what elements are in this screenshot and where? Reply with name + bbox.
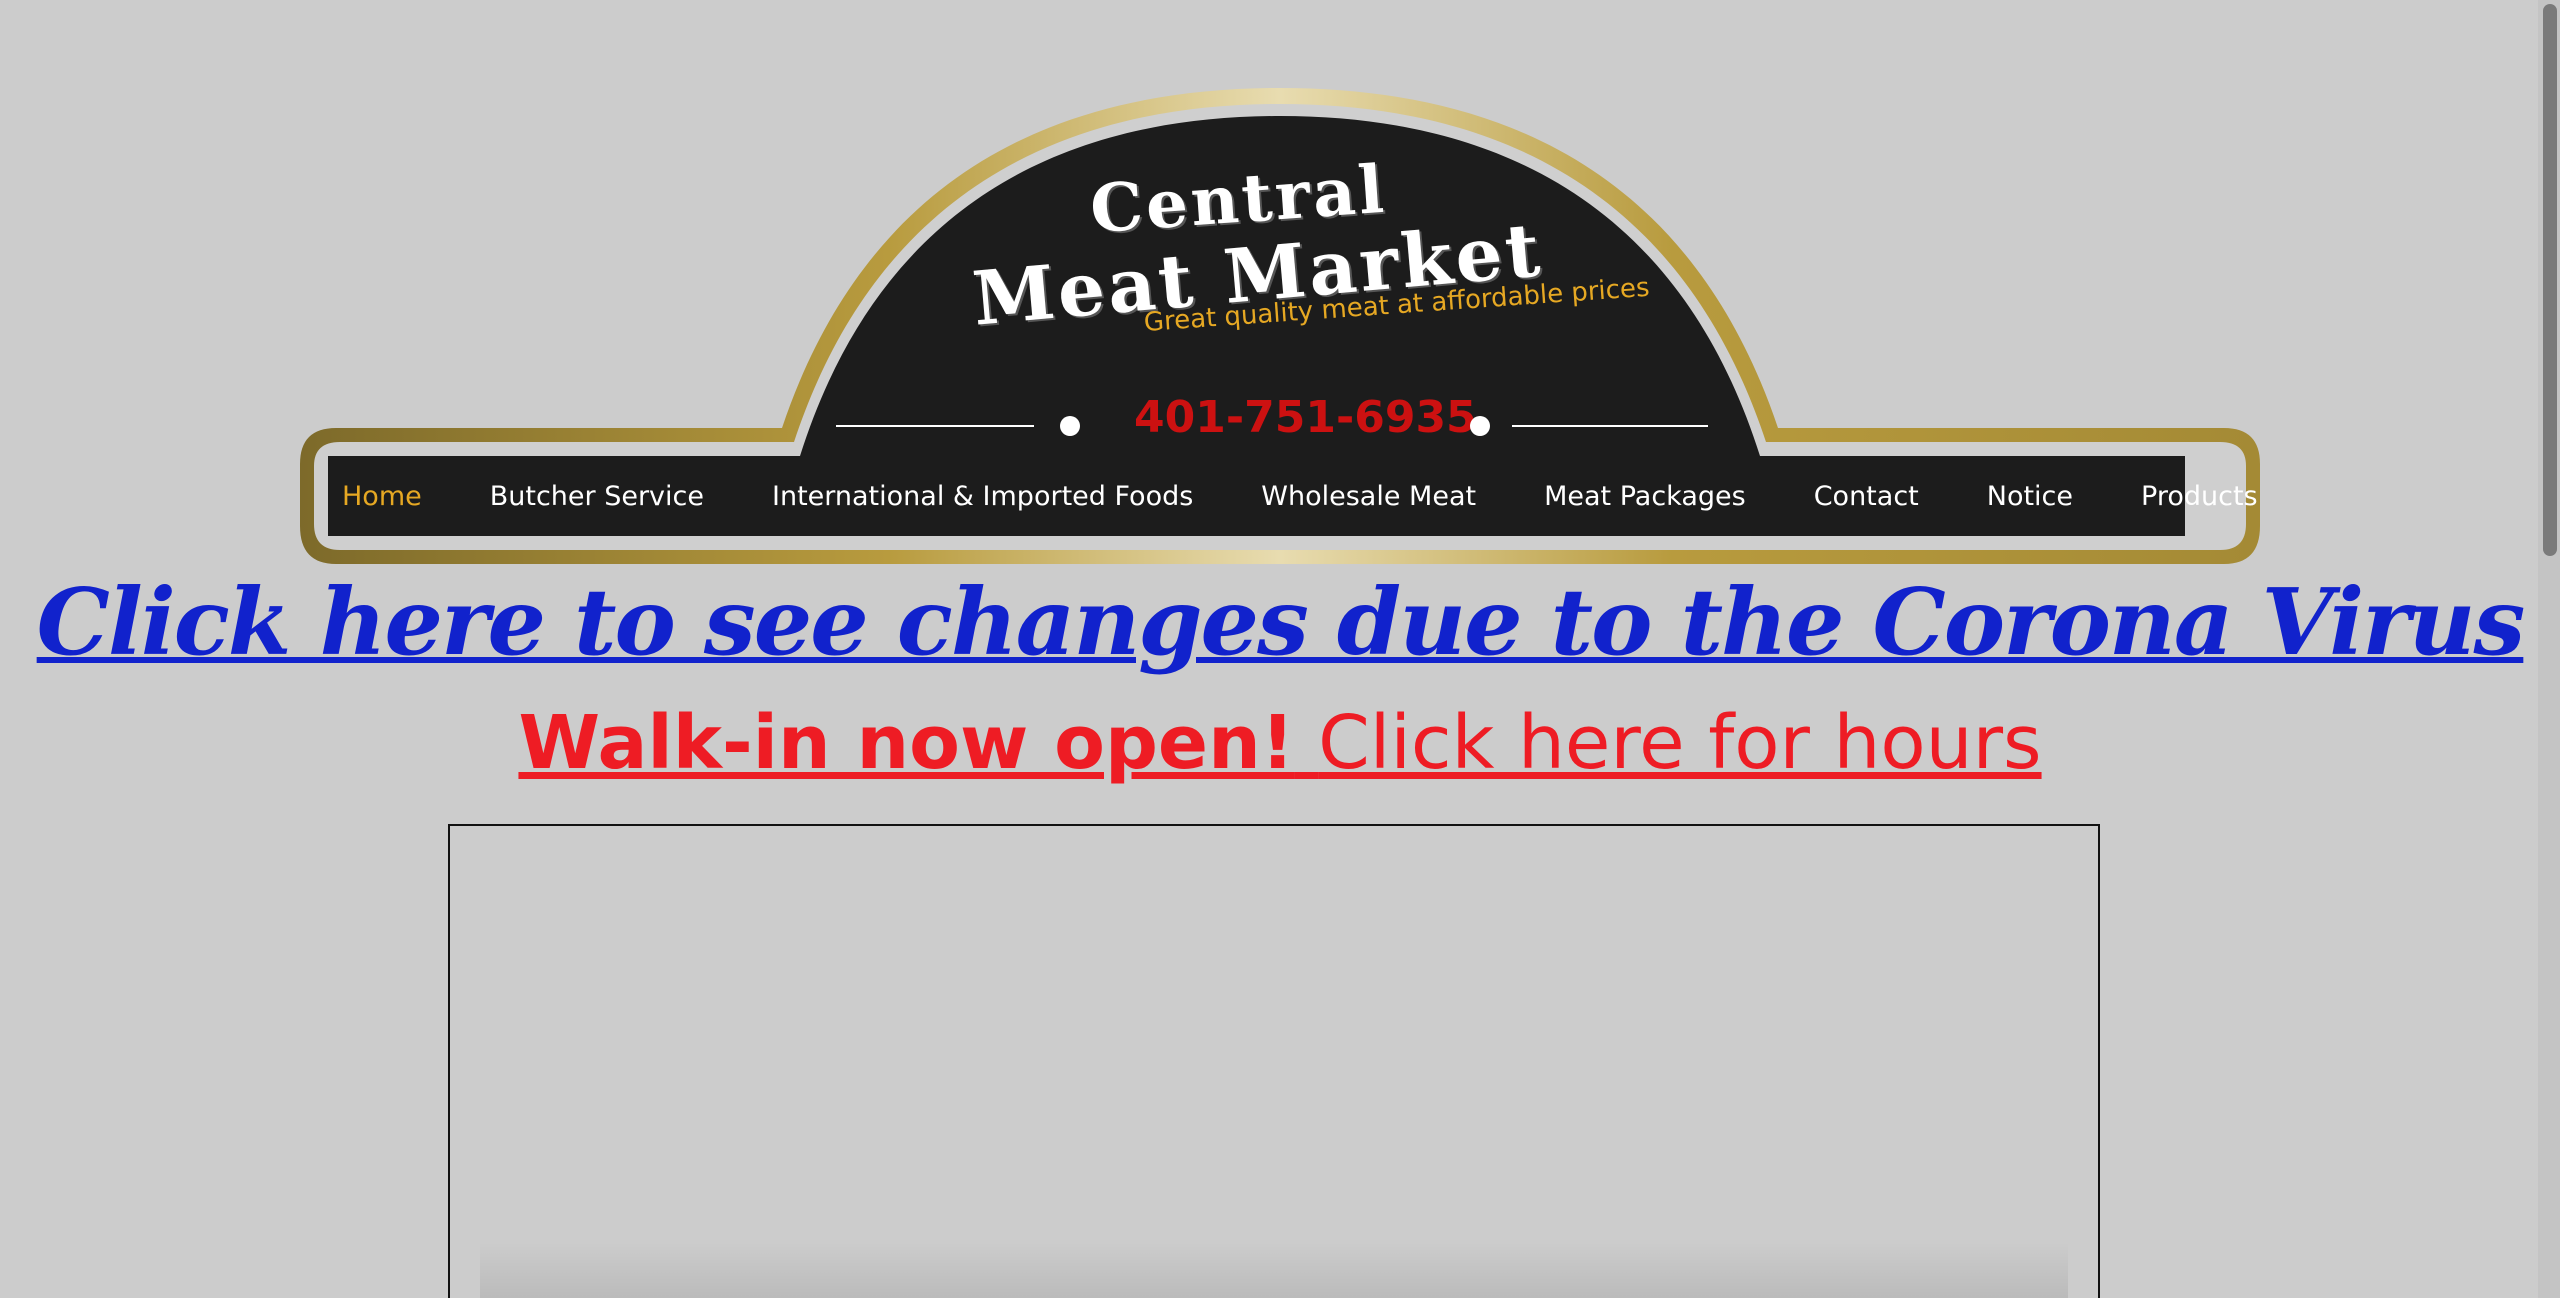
phone-divider-left <box>836 425 1034 427</box>
phone-dot-right <box>1470 416 1490 436</box>
nav-item-notice[interactable]: Notice <box>1987 481 2073 512</box>
nav-item-home[interactable]: Home <box>342 481 422 512</box>
page: Central Meat Market Great quality meat a… <box>0 0 2560 1298</box>
walkin-hours-link[interactable]: Walk-in now open! Click here for hours <box>0 700 2560 786</box>
walkin-open-text[interactable]: Walk-in now open! <box>518 700 1294 786</box>
phone-divider-right <box>1512 425 1708 427</box>
scrollbar-track[interactable] <box>2538 0 2560 1298</box>
phone-number[interactable]: 401-751-6935 <box>1134 392 1477 443</box>
corona-virus-link[interactable]: Click here to see changes due to the Cor… <box>0 568 2560 676</box>
nav-item-products[interactable]: Products <box>2141 481 2258 512</box>
nav-item-contact[interactable]: Contact <box>1814 481 1919 512</box>
nav-item-wholesale-meat[interactable]: Wholesale Meat <box>1261 481 1476 512</box>
frame-shadow <box>480 1242 2068 1298</box>
nav-item-international-imported-foods[interactable]: International & Imported Foods <box>772 481 1193 512</box>
walkin-hours-text[interactable]: Click here for hours <box>1318 700 2041 786</box>
phone-dot-left <box>1060 416 1080 436</box>
main-nav: Home Butcher Service International & Imp… <box>328 456 2258 536</box>
nav-item-meat-packages[interactable]: Meat Packages <box>1544 481 1746 512</box>
nav-item-butcher-service[interactable]: Butcher Service <box>490 481 704 512</box>
content-frame <box>448 824 2100 1298</box>
scrollbar-thumb[interactable] <box>2543 4 2557 556</box>
